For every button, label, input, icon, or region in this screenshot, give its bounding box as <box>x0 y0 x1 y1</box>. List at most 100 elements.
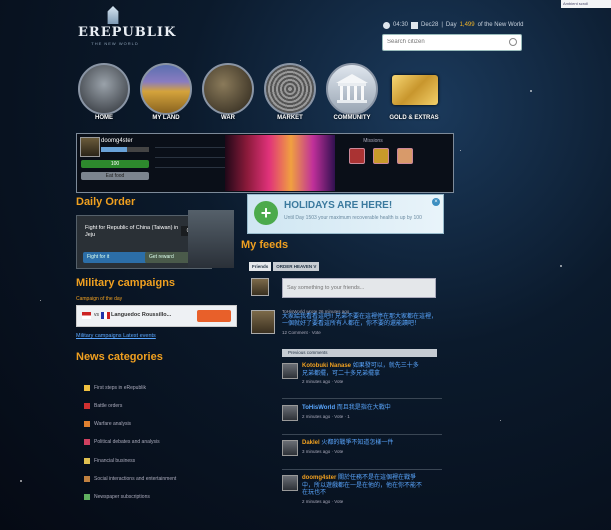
nav-label: WAR <box>221 115 235 121</box>
main-nav: HOME MY LAND WAR MARKET COMMUNITY GOLD &… <box>76 63 448 125</box>
avatar[interactable] <box>282 440 298 456</box>
mission-icon[interactable] <box>349 148 365 164</box>
fight-button[interactable] <box>197 310 231 322</box>
holiday-subtitle: Until Day 1503 your maximum recoverable … <box>284 215 422 221</box>
nav-home[interactable]: HOME <box>76 63 132 125</box>
politics-icon <box>84 439 90 445</box>
lightbulb-icon <box>84 385 90 391</box>
fight-label: Fight for it <box>87 254 110 260</box>
status-input[interactable] <box>283 279 437 297</box>
nav-label: COMMUNITY <box>333 115 371 121</box>
calendar-icon <box>411 21 419 29</box>
feed-tabs: Friends ORDER HEAVEN V <box>249 262 320 271</box>
avatar[interactable] <box>80 137 100 157</box>
tower-icon <box>107 6 119 24</box>
daily-order-title: Daily Order <box>76 196 136 208</box>
temple-icon <box>326 63 378 115</box>
category-label: Financial business <box>94 458 136 464</box>
news-category-item[interactable]: Financial business <box>84 457 135 465</box>
nav-market[interactable]: MARKET <box>262 63 318 125</box>
erepublik-logo[interactable]: EREPUBLIK THE NEW WORLD <box>78 6 177 48</box>
health-bar: 100 <box>81 160 149 168</box>
tab-friends[interactable]: Friends <box>249 262 272 271</box>
clock-icon <box>383 21 390 29</box>
avatar[interactable] <box>251 278 269 296</box>
holiday-banner[interactable]: + HOLIDAYS ARE HERE! Until Day 1503 your… <box>247 194 444 234</box>
category-label: Political debates and analysis <box>94 439 160 445</box>
battle-name: Languedoc Roussillo... <box>111 312 172 318</box>
search-input[interactable] <box>383 35 509 48</box>
post-meta[interactable]: 12 Comment · Vote <box>282 330 442 335</box>
status-banner <box>225 135 335 191</box>
eat-food-label: Eat food <box>105 173 125 179</box>
mission-icon[interactable] <box>397 148 413 164</box>
nav-label: GOLD & EXTRAS <box>389 115 439 121</box>
nav-my-land[interactable]: MY LAND <box>138 63 194 125</box>
daily-order-text: Fight for Republic of China (Taiwan) in … <box>85 225 179 238</box>
tab-order-heaven[interactable]: ORDER HEAVEN V <box>273 262 320 271</box>
category-label: First steps in eRepublik <box>94 385 146 391</box>
soldier-icon <box>78 63 130 115</box>
military-campaigns-title: Military campaigns <box>76 277 176 289</box>
say-box <box>282 278 437 298</box>
day-prefix: Day <box>445 22 457 28</box>
comment-time: 2 minutes ago · Vote <box>302 498 344 504</box>
top-info: 04:30 Dec28 | Day 1,499 of the New World <box>383 20 524 30</box>
eat-food-button[interactable]: Eat food <box>81 172 149 180</box>
prev-comments-label: Previous comments <box>288 350 328 355</box>
news-category-item[interactable]: First steps in eRepublik <box>84 384 146 392</box>
logo-name: EREPUBLIK <box>78 25 177 40</box>
level-progress-bar <box>101 147 149 152</box>
ambient-scroll-toggle[interactable]: Ambient scroll <box>561 0 611 8</box>
soldier-image <box>188 210 234 268</box>
nav-label: HOME <box>95 115 113 121</box>
previous-comments-button[interactable]: Previous comments <box>282 349 437 357</box>
newspaper-icon <box>84 494 90 500</box>
social-icon <box>84 476 90 482</box>
news-category-item[interactable]: Political debates and analysis <box>84 438 160 446</box>
news-category-item[interactable]: Battle orders <box>84 402 122 410</box>
nav-gold-extras[interactable]: GOLD & EXTRAS <box>386 63 442 125</box>
news-category-item[interactable]: Warfare analysis <box>84 420 131 428</box>
category-label: Battle orders <box>94 403 123 409</box>
comment-author[interactable]: doomg4ster <box>302 475 336 481</box>
reward-label: Get reward <box>149 254 174 260</box>
post-message: 大家給我看看這吧!! 兄弟不要在這裡停在那大家都在這裡，一個就好了要看這所有人都… <box>282 314 438 327</box>
campaign-of-day-label: Campaign of the day <box>76 296 123 302</box>
news-category-item[interactable]: Social interactions and entertainment <box>84 475 176 483</box>
fight-button[interactable]: Fight for it <box>83 252 147 263</box>
missions-panel: Missions <box>343 138 403 144</box>
comment-text: 火都的戰爭不知道怎樣一件 <box>321 440 394 446</box>
nav-label: MY LAND <box>152 115 180 121</box>
avatar[interactable] <box>282 405 298 421</box>
vs-label: vs <box>94 312 99 318</box>
comment-author[interactable]: Kotobuki Nanase <box>302 363 351 369</box>
nav-community[interactable]: COMMUNITY <box>324 63 380 125</box>
list-item <box>155 148 225 158</box>
news-category-item[interactable]: Newspaper subscriptions <box>84 493 150 501</box>
health-value: 100 <box>110 161 120 167</box>
comment-author[interactable]: Daklel <box>302 440 320 446</box>
campaign-of-day[interactable]: vs Languedoc Roussillo... <box>76 305 237 327</box>
comment-author[interactable]: ToHisWorld <box>302 405 335 411</box>
username[interactable]: doomg4ster <box>101 138 133 144</box>
flag-icon <box>82 312 91 319</box>
avatar[interactable] <box>282 363 298 379</box>
bookmark-icon <box>84 403 90 409</box>
nav-war[interactable]: WAR <box>200 63 256 125</box>
military-links[interactable]: Military campaigns Latest events <box>76 333 156 339</box>
news-categories-title: News categories <box>76 351 163 363</box>
comment-text: 而且我是指在大戰中 <box>336 405 391 411</box>
divider <box>282 469 442 470</box>
day-suffix: of the New World <box>477 22 524 28</box>
search-icon[interactable] <box>509 38 517 46</box>
mission-icon[interactable] <box>373 148 389 164</box>
avatar[interactable] <box>282 475 298 491</box>
close-icon[interactable]: × <box>432 198 440 206</box>
nav-label: MARKET <box>277 115 303 121</box>
divider: | <box>441 22 443 28</box>
category-label: Warfare analysis <box>94 421 132 427</box>
date-text: Dec28 <box>421 22 439 28</box>
avatar[interactable] <box>251 310 275 334</box>
time-text: 04:30 <box>393 22 409 28</box>
